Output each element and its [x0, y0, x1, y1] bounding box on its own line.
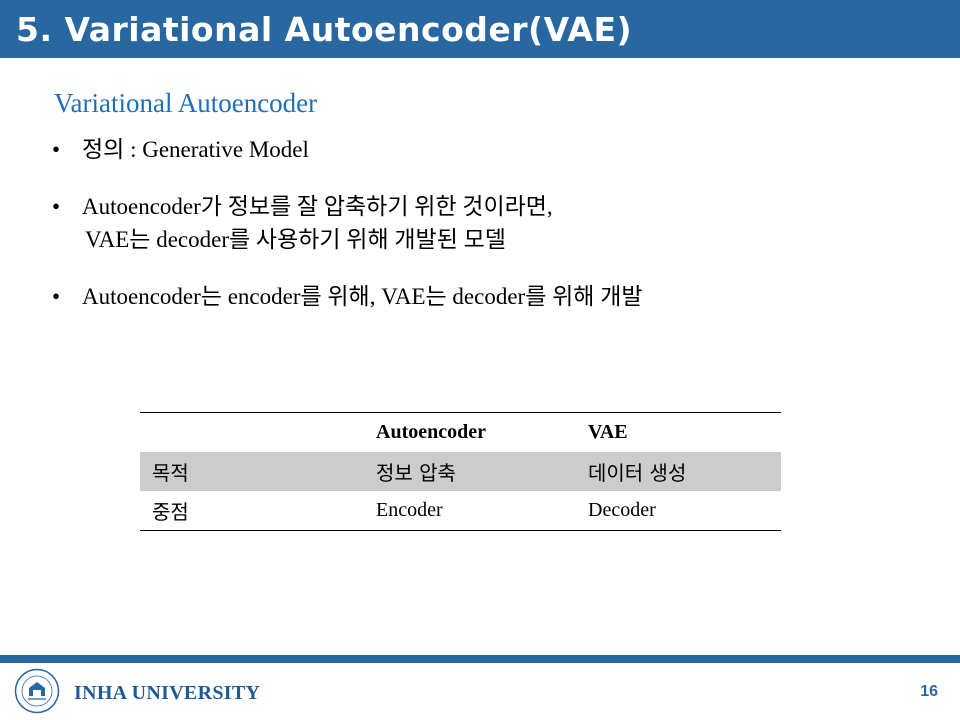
table-cell: 데이터 생성	[588, 461, 687, 485]
bullet-dot: •	[52, 284, 61, 309]
bullet-text: 정의 : Generative Model	[82, 137, 309, 162]
table-cell: 중점	[152, 500, 189, 524]
table-cell: 목적	[152, 461, 189, 485]
bullet-item: • Autoencoder가 정보를 잘 압축하기 위한 것이라면, VAE는 …	[52, 190, 912, 256]
slide-title: 5. Variational Autoencoder(VAE)	[16, 10, 633, 49]
comparison-table: Autoencoder VAE 목적 정보 압축 데이터 생성 중점 Encod…	[140, 412, 781, 531]
bullet-dot: •	[52, 194, 61, 219]
title-bar: 5. Variational Autoencoder(VAE)	[0, 0, 960, 58]
bullet-item: • Autoencoder는 encoder를 위해, VAE는 decoder…	[52, 280, 912, 313]
table-header-cell: Autoencoder	[376, 421, 486, 443]
bullet-dot: •	[52, 137, 61, 162]
table-header-cell	[140, 413, 364, 453]
table-cell: 정보 압축	[376, 461, 456, 485]
bullet-text: Autoencoder는 encoder를 위해, VAE는 decoder를 …	[82, 284, 643, 309]
bullet-text-continuation: VAE는 decoder를 사용하기 위해 개발된 모델	[85, 227, 506, 252]
table-header-row: Autoencoder VAE	[140, 412, 781, 453]
university-seal-icon	[14, 668, 60, 714]
slide-subtitle: Variational Autoencoder	[54, 88, 318, 118]
bullet-list: • 정의 : Generative Model • Autoencoder가 정…	[52, 133, 912, 313]
bullet-item: • 정의 : Generative Model	[52, 133, 912, 166]
footer-bar	[0, 655, 960, 663]
bullet-text: Autoencoder가 정보를 잘 압축하기 위한 것이라면,	[82, 194, 553, 219]
university-name: INHA UNIVERSITY	[74, 682, 261, 704]
table-header-cell: VAE	[588, 421, 628, 443]
page-number: 16	[920, 683, 938, 700]
table-row: 목적 정보 압축 데이터 생성	[140, 452, 781, 491]
table-cell: Encoder	[376, 499, 443, 521]
table-cell: Decoder	[588, 499, 656, 521]
table-row: 중점 Encoder Decoder	[140, 491, 781, 531]
